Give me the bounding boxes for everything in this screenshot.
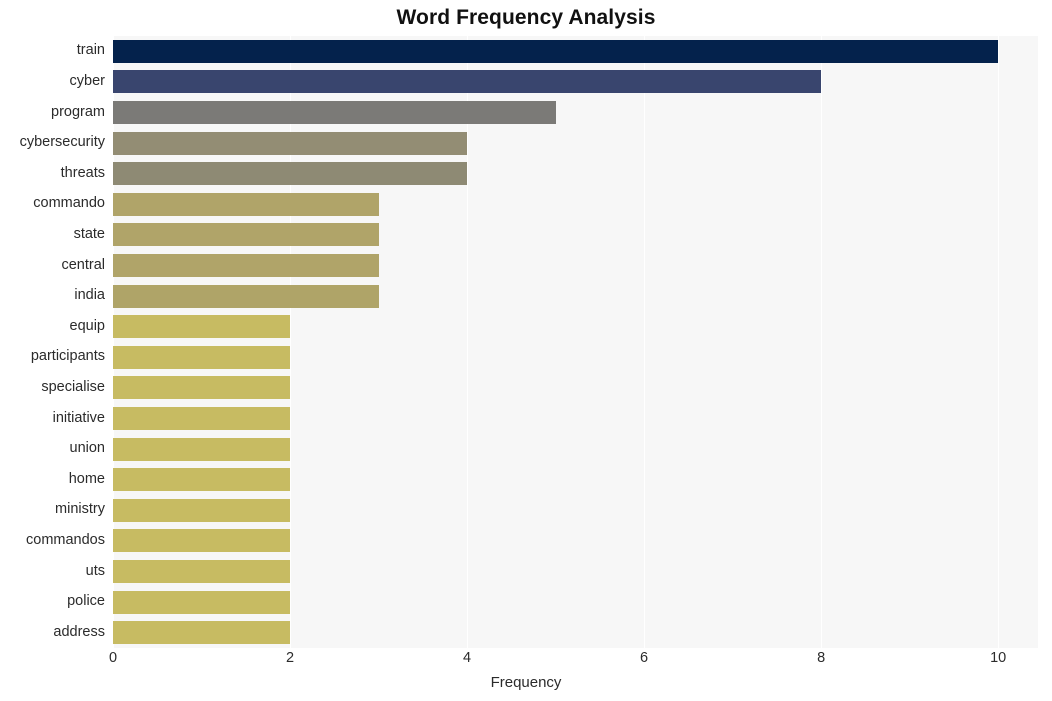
x-axis-title: Frequency bbox=[490, 674, 562, 691]
y-tick-label: commandos bbox=[26, 531, 105, 548]
chart-title: Word Frequency Analysis bbox=[396, 6, 656, 29]
y-tick-label: train bbox=[76, 42, 105, 59]
bar[interactable] bbox=[113, 131, 468, 155]
bar[interactable] bbox=[113, 254, 379, 277]
bar[interactable] bbox=[113, 70, 822, 94]
bars-layer bbox=[113, 36, 1038, 648]
y-tick-label: union bbox=[69, 440, 105, 457]
bar[interactable] bbox=[113, 407, 291, 430]
y-tick-label: cybersecurity bbox=[19, 134, 105, 151]
bar[interactable] bbox=[113, 162, 468, 186]
y-tick-label: india bbox=[74, 287, 105, 304]
y-tick-label: state bbox=[73, 225, 105, 242]
x-tick-label: 4 bbox=[463, 650, 472, 666]
y-tick-label: initiative bbox=[52, 409, 105, 426]
y-tick-label: participants bbox=[30, 348, 105, 365]
bar[interactable] bbox=[113, 284, 379, 308]
bar[interactable] bbox=[113, 192, 379, 216]
y-tick-label: home bbox=[68, 470, 105, 487]
bar[interactable] bbox=[113, 315, 291, 339]
bar[interactable] bbox=[113, 498, 291, 522]
y-tick-label: equip bbox=[69, 317, 105, 334]
x-tick-label: 0 bbox=[108, 650, 118, 666]
y-tick-label: police bbox=[67, 593, 105, 610]
bar[interactable] bbox=[113, 376, 291, 400]
bar[interactable] bbox=[113, 529, 291, 553]
bar[interactable] bbox=[113, 590, 291, 614]
bar[interactable] bbox=[113, 39, 999, 63]
y-tick-label: cyber bbox=[69, 72, 105, 89]
y-tick-label: program bbox=[51, 103, 105, 120]
y-tick-label: address bbox=[53, 623, 105, 640]
bar[interactable] bbox=[113, 223, 379, 247]
x-tick-label: 2 bbox=[285, 650, 295, 666]
x-tick-label: 10 bbox=[990, 650, 1007, 666]
x-tick-label: 8 bbox=[817, 650, 826, 666]
bar[interactable] bbox=[113, 560, 291, 583]
y-tick-label: central bbox=[61, 256, 105, 273]
y-tick-label: specialise bbox=[41, 378, 105, 395]
bar[interactable] bbox=[113, 621, 291, 645]
bar[interactable] bbox=[113, 437, 291, 461]
y-axis-tick-labels: train cyber program cybersecurity threats com… bbox=[0, 36, 105, 648]
x-tick-label: 6 bbox=[640, 650, 649, 666]
bar[interactable] bbox=[113, 345, 291, 369]
y-tick-label: commando bbox=[33, 195, 105, 212]
plot-area bbox=[113, 36, 1038, 648]
y-tick-label: ministry bbox=[55, 501, 105, 518]
y-tick-label: threats bbox=[60, 164, 105, 181]
y-tick-label: uts bbox=[85, 562, 105, 579]
x-axis-tick-labels: 0 2 4 6 8 10 bbox=[0, 650, 1052, 674]
bar[interactable] bbox=[113, 468, 291, 492]
bar[interactable] bbox=[113, 101, 556, 124]
word-frequency-chart: Word Frequency Analysis train cyber progra… bbox=[0, 0, 1052, 701]
